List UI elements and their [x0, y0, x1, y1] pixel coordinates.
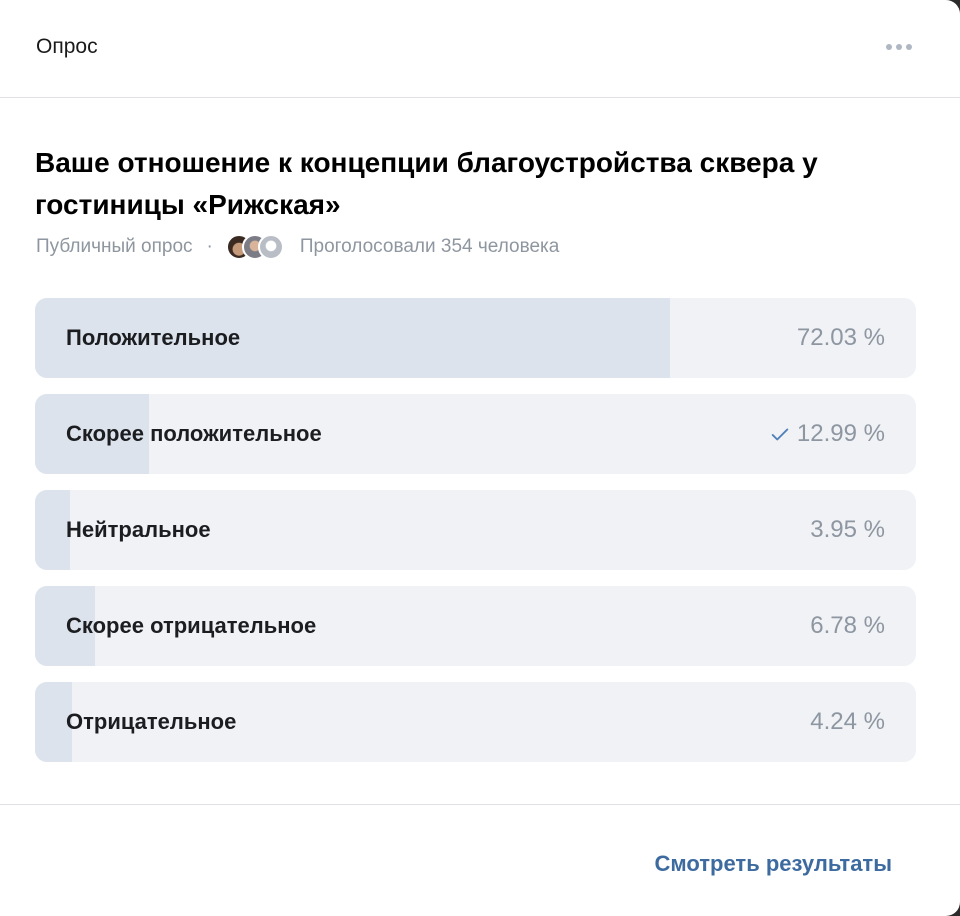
header-title: Опрос [36, 34, 98, 58]
votes-count-label[interactable]: Проголосовали 354 человека [300, 236, 559, 258]
poll-header: Опрос [0, 0, 960, 98]
option-label: Положительное [66, 325, 241, 350]
option-percent: 12.99 % [769, 394, 885, 474]
option-percent: 3.95 % [810, 516, 885, 543]
avatar [257, 234, 284, 260]
option-label: Отрицательное [66, 709, 237, 734]
option-label: Скорее отрицательное [66, 613, 317, 638]
meta-separator: · [206, 236, 213, 257]
option-percent: 6.78 % [810, 612, 885, 639]
poll-question: Ваше отношение к концепции благоустройст… [35, 147, 818, 220]
option-fill-bar [35, 490, 70, 570]
view-results-link[interactable]: Смотреть результаты [655, 851, 892, 877]
option-percent: 4.24 % [810, 708, 885, 735]
poll-options: Положительное 72.03 % Скорее положительн… [35, 298, 916, 762]
check-icon [771, 428, 789, 441]
poll-card: Опрос Ваше отношение к концепции благоус… [0, 0, 960, 916]
option-label: Скорее положительное [66, 421, 322, 446]
more-dots-icon[interactable] [886, 38, 912, 56]
option-percent: 72.03 % [796, 324, 885, 351]
poll-footer: Смотреть результаты [0, 804, 960, 916]
option-label: Нейтральное [66, 517, 211, 542]
poll-option[interactable]: Скорее отрицательное 6.78 % [35, 586, 916, 666]
poll-option[interactable]: Нейтральное 3.95 % [35, 490, 916, 570]
poll-option[interactable]: Скорее положительное 12.99 % [35, 394, 916, 474]
poll-option[interactable]: Положительное 72.03 % [35, 298, 916, 378]
poll-option[interactable]: Отрицательное 4.24 % [35, 682, 916, 762]
voter-avatars[interactable] [225, 234, 284, 260]
poll-meta: Публичный опрос · Проголосовали 354 чело… [36, 234, 960, 260]
poll-type-label: Публичный опрос [36, 236, 193, 257]
